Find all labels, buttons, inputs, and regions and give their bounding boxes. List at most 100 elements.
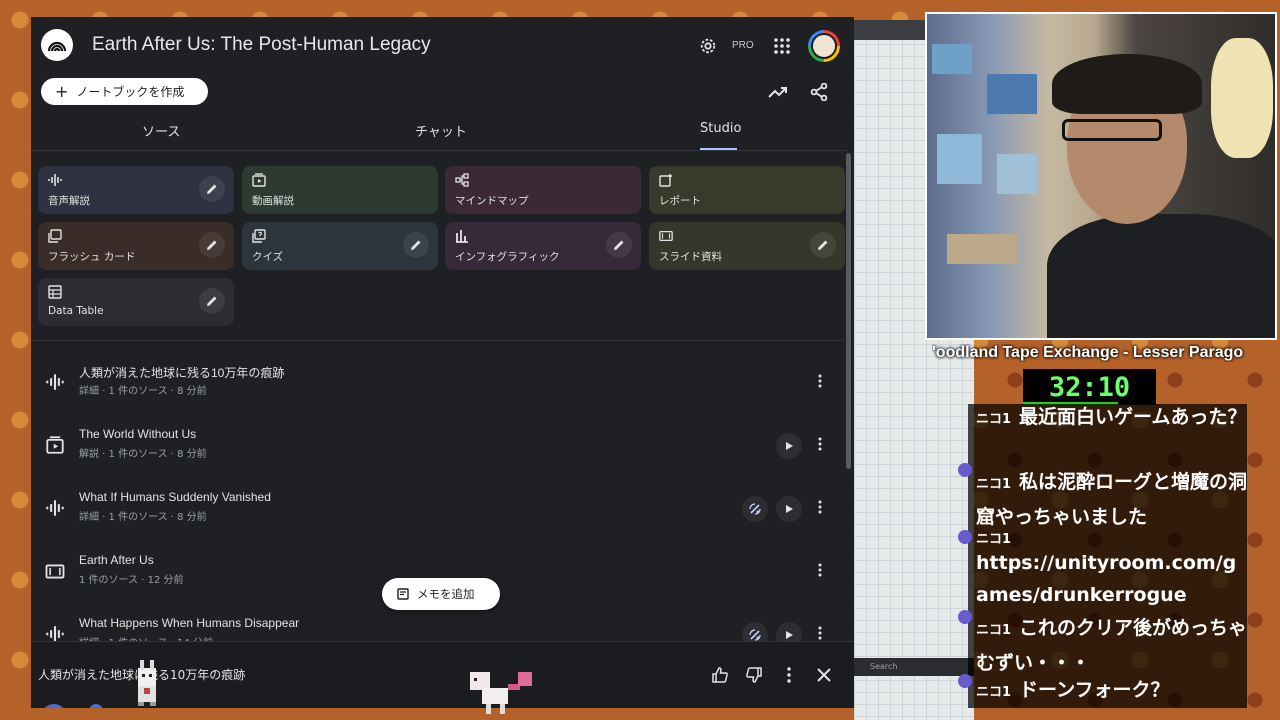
more-options-icon[interactable] (812, 559, 828, 581)
chat-author: ニコ1 (976, 685, 1012, 700)
artifact-subtitle: 1 件のソース · 12 分前 (79, 575, 184, 586)
artifact-title: What If Humans Suddenly Vanished (79, 490, 271, 504)
settings-gear-icon[interactable] (697, 35, 719, 57)
create-notebook-button[interactable]: + ノートブックを作成 (41, 78, 208, 105)
player-control-dot[interactable] (41, 704, 67, 708)
chat-user-badge (958, 530, 972, 544)
artifact-subtitle: 解説 · 1 件のソース · 8 分前 (79, 449, 207, 460)
user-avatar[interactable] (808, 30, 840, 62)
apps-grid-icon[interactable] (771, 35, 793, 57)
share-icon[interactable] (808, 81, 830, 103)
player-more-icon[interactable] (778, 664, 800, 686)
plus-icon: + (55, 81, 69, 101)
studio-tile[interactable]: 音声解説 (38, 166, 234, 214)
table-icon (48, 285, 62, 299)
mindmap-icon (455, 173, 469, 187)
edit-pencil-icon[interactable] (403, 232, 429, 258)
close-icon[interactable] (813, 664, 835, 686)
analytics-trend-icon[interactable] (767, 81, 789, 103)
studio-tile-label: マインドマップ (455, 195, 529, 207)
notebook-title[interactable]: Earth After Us: The Post-Human Legacy (92, 34, 431, 56)
app-header: Earth After Us: The Post-Human Legacy PR… (31, 17, 854, 77)
thumbs-up-icon[interactable] (709, 664, 731, 686)
artifact-title: The World Without Us (79, 427, 197, 441)
interactive-mode-icon[interactable] (742, 496, 768, 522)
artifact-row[interactable]: What If Humans Suddenly Vanished 詳細 · 1 件… (31, 479, 847, 535)
pixel-creature-sprite (466, 664, 538, 720)
artifact-subtitle: 詳細 · 1 件のソース · 8 分前 (79, 512, 207, 523)
chat-user-badge (958, 610, 972, 624)
webcam-feed (925, 12, 1277, 340)
studio-tile-label: 音声解説 (48, 195, 90, 207)
chat-user-badge (958, 674, 972, 688)
active-tab-indicator (700, 148, 737, 150)
studio-tile[interactable]: Data Table (38, 278, 234, 326)
chat-text: これのクリア後がめっちゃむずい・・・ (976, 617, 1247, 674)
artifact-title: Earth After Us (79, 553, 154, 567)
editor-search-label: Search (870, 662, 898, 671)
audio-waveform-icon (44, 497, 66, 519)
pixel-character-sprite (132, 658, 160, 708)
edit-pencil-icon[interactable] (199, 288, 225, 314)
studio-tile[interactable]: クイズ (242, 222, 438, 270)
pro-badge: PRO (732, 40, 754, 51)
more-options-icon[interactable] (812, 370, 828, 392)
studio-tile[interactable]: フラッシュ カード (38, 222, 234, 270)
notebooklm-logo-icon[interactable] (41, 29, 73, 61)
chat-author: ニコ1 (976, 623, 1012, 638)
video-icon (252, 173, 266, 187)
play-icon[interactable] (776, 433, 802, 459)
edit-pencil-icon[interactable] (199, 176, 225, 202)
player-control-dot-small[interactable] (89, 704, 103, 708)
edit-pencil-icon[interactable] (606, 232, 632, 258)
studio-tile[interactable]: インフォグラフィック (445, 222, 641, 270)
studio-tile[interactable]: マインドマップ (445, 166, 641, 214)
stream-timer: 32:10 (1023, 369, 1156, 405)
artifact-title: 人類が消えた地球に残る10万年の痕跡 (79, 366, 285, 380)
play-icon[interactable] (776, 496, 802, 522)
quiz-icon (252, 229, 266, 243)
studio-divider (31, 340, 847, 341)
more-options-icon[interactable] (812, 496, 828, 518)
audio-waveform-icon (44, 371, 66, 393)
chat-message: ニコ1 ドーンフォーク？ (976, 674, 1247, 708)
teddy-bear (1211, 38, 1273, 158)
tab-sources[interactable]: ソース (142, 121, 180, 140)
artifact-title: What Happens When Humans Disappear (79, 616, 300, 630)
chat-author: ニコ1 (976, 532, 1012, 547)
notebooklm-window: Earth After Us: The Post-Human Legacy PR… (31, 17, 854, 708)
studio-tile-label: クイズ (252, 251, 284, 263)
studio-tile-label: フラッシュ カード (48, 251, 136, 263)
edit-pencil-icon[interactable] (199, 232, 225, 258)
chat-text: 最近面白いゲームあった？ (1019, 406, 1247, 428)
studio-tile[interactable]: スライド資料 (649, 222, 845, 270)
chat-text: 私は泥酔ローグと増魔の洞窟やっちゃいました (976, 471, 1247, 528)
audio-waveform-icon (48, 173, 62, 187)
infographic-icon (455, 229, 469, 243)
artifact-row[interactable]: The World Without Us 解説 · 1 件のソース · 8 分前 (31, 416, 847, 472)
chat-text: https://unityroom.com/games/drunkerrogue (976, 552, 1237, 606)
edit-pencil-icon[interactable] (810, 232, 836, 258)
more-options-icon[interactable] (812, 433, 828, 455)
artifact-subtitle: 詳細 · 1 件のソース · 8 分前 (79, 386, 207, 397)
tab-studio[interactable]: Studio (700, 121, 741, 136)
add-memo-button[interactable]: メモを追加 (382, 578, 500, 610)
chat-message: https://unityroom.com/games/drunkerrogue (976, 547, 1247, 611)
chat-author: ニコ1 (976, 477, 1012, 492)
slides-icon (44, 560, 66, 582)
chat-message: ニコ1 最近面白いゲームあった？ (976, 404, 1247, 436)
video-icon (44, 434, 66, 456)
tab-chat[interactable]: チャット (415, 121, 467, 140)
studio-tile[interactable]: レポート (649, 166, 845, 214)
studio-tile[interactable]: 動画解説 (242, 166, 438, 214)
slides-icon (659, 229, 673, 243)
chat-author: ニコ1 (976, 412, 1012, 427)
note-icon (397, 588, 409, 600)
studio-tile-label: レポート (659, 195, 701, 207)
thumbs-down-icon[interactable] (743, 664, 765, 686)
artifact-row[interactable]: 人類が消えた地球に残る10万年の痕跡 詳細 · 1 件のソース · 8 分前 (31, 353, 847, 409)
now-playing-ticker: 'oodland Tape Exchange - Lesser Parago (932, 344, 1244, 361)
studio-tile-label: インフォグラフィック (455, 251, 560, 263)
chat-overlay: ニコ1 最近面白いゲームあった？ ニコ1 私は泥酔ローグと増魔の洞窟やっちゃいましたニ… (968, 404, 1247, 708)
create-notebook-label: ノートブックを作成 (76, 85, 185, 99)
